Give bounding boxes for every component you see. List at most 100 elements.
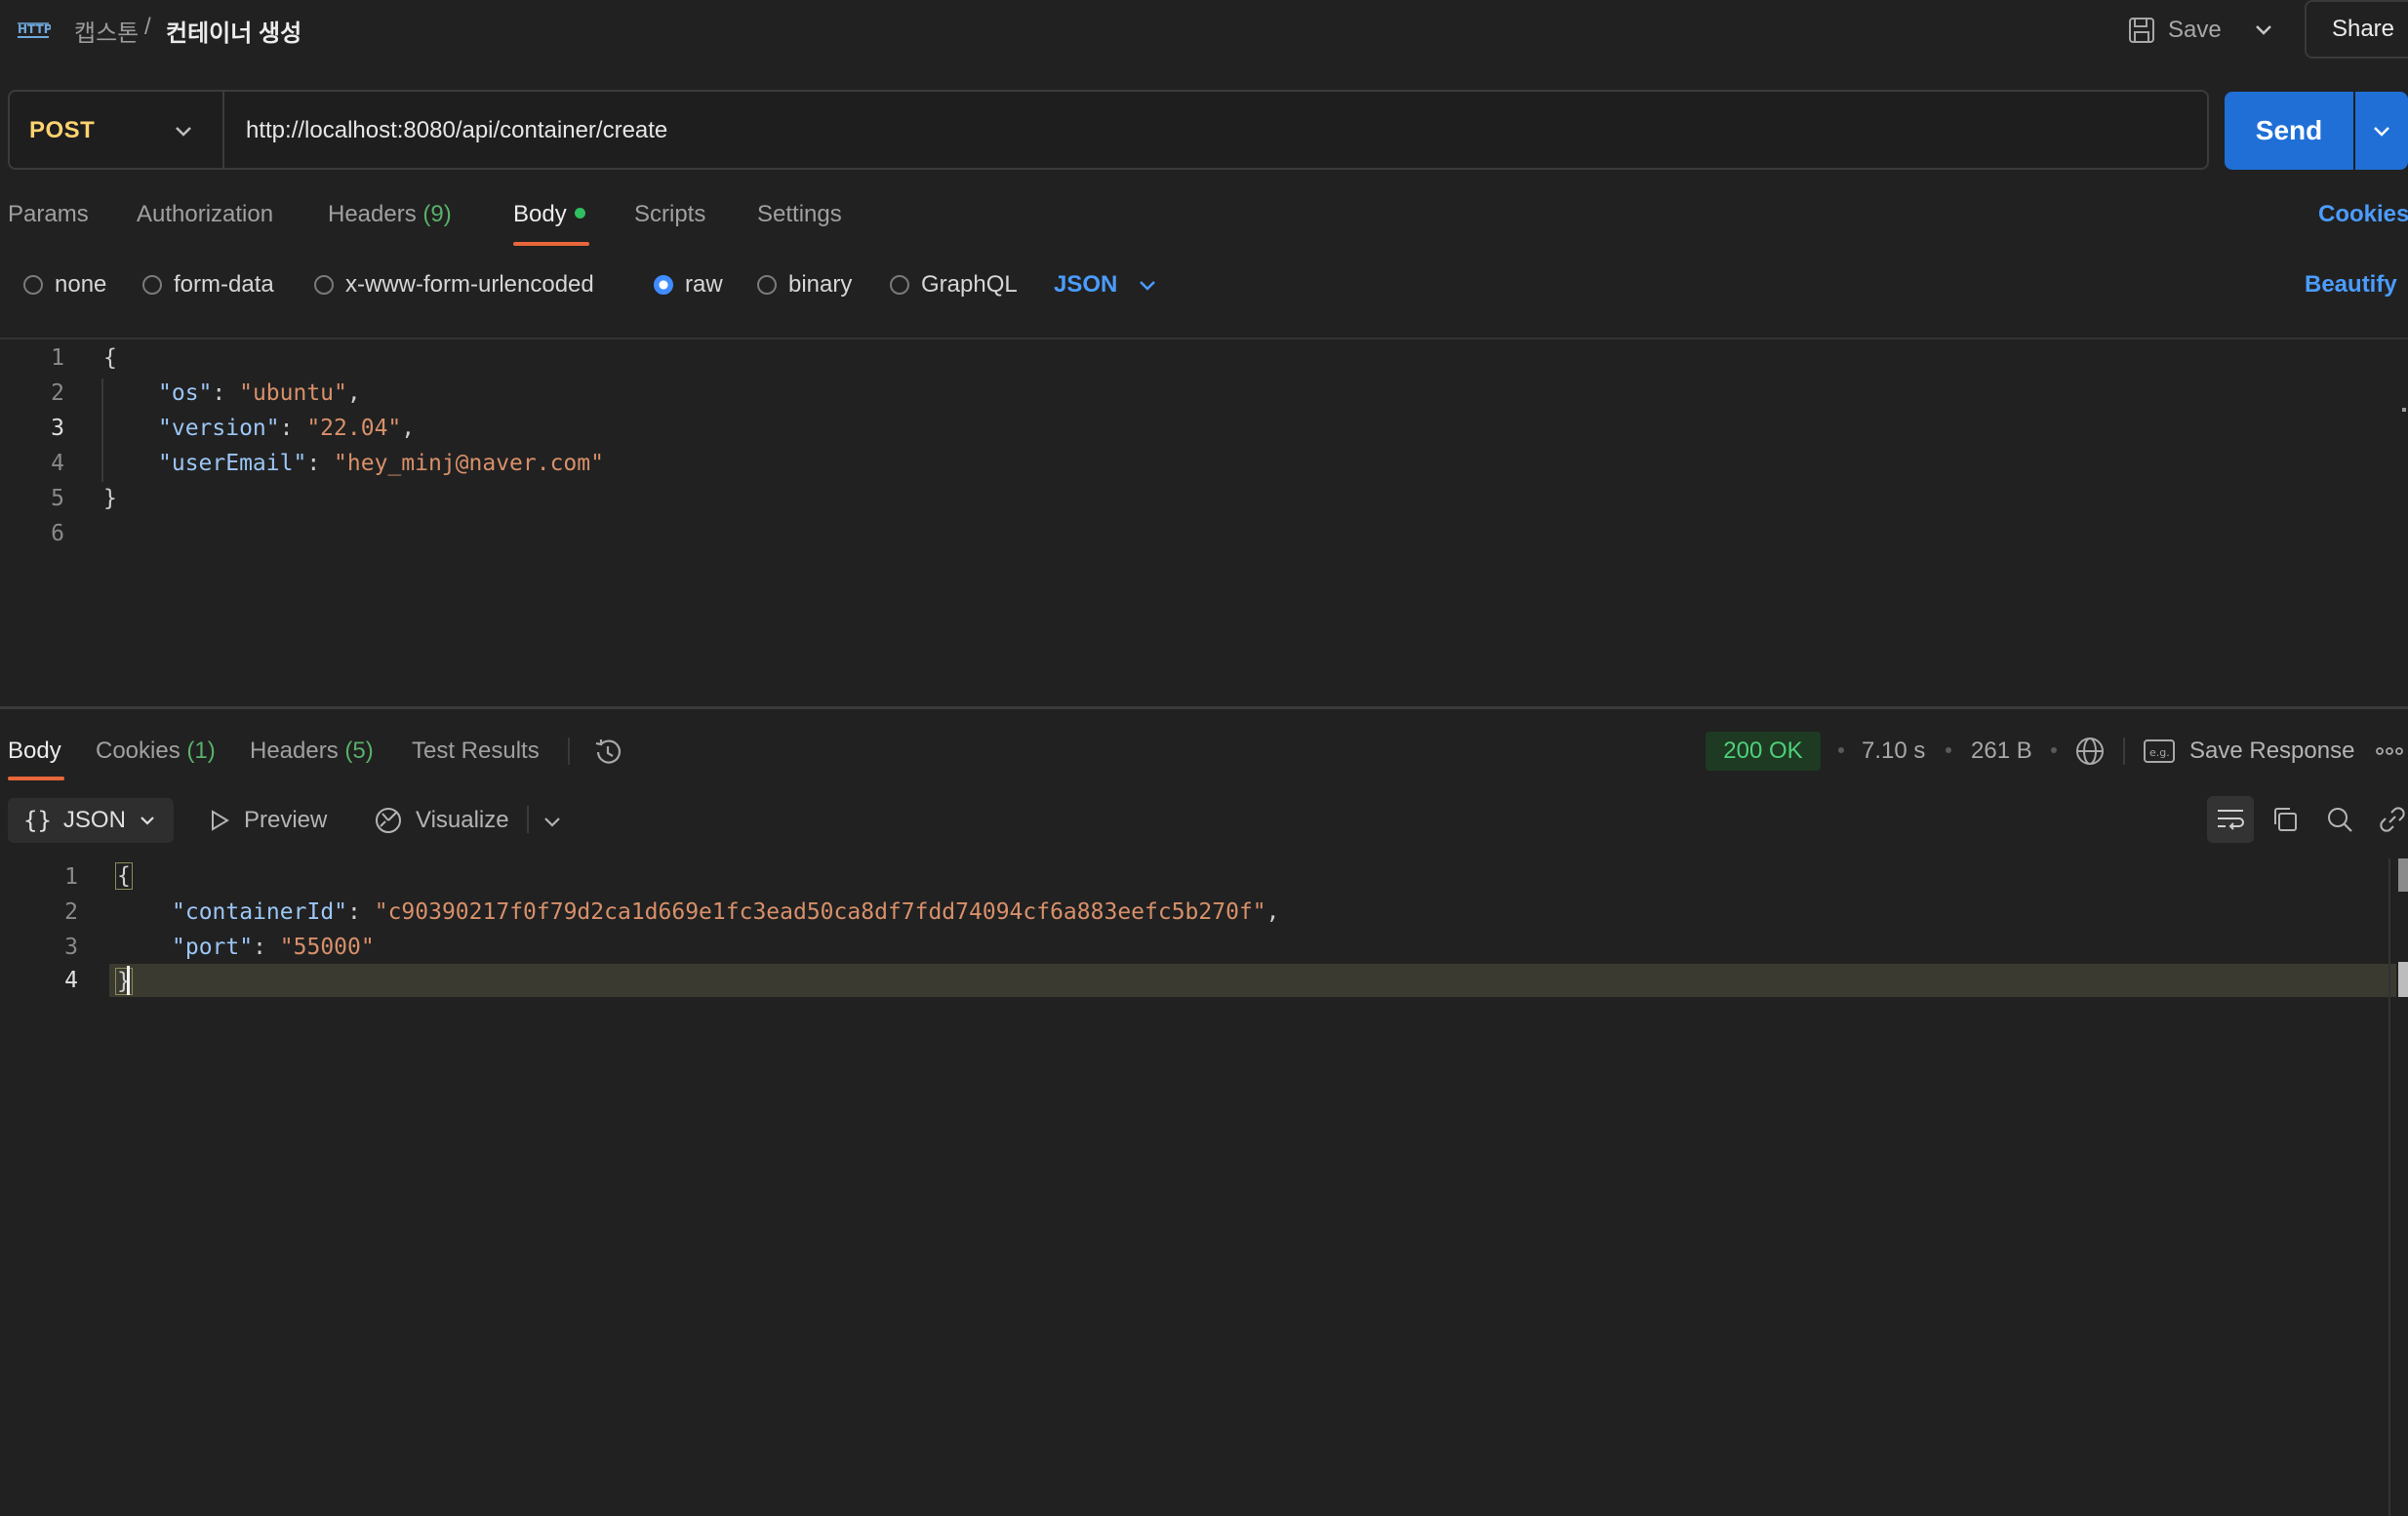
line-number: 3 — [64, 935, 78, 960]
history-icon[interactable] — [591, 736, 624, 769]
link-button[interactable] — [2369, 796, 2408, 843]
tab-headers-label: Headers — [328, 201, 417, 227]
response-tab-body[interactable]: Body — [8, 738, 61, 765]
radio-binary[interactable] — [757, 275, 777, 295]
json-value: "c90390217f0f79d2ca1d669e1fc3ead50ca8df7… — [374, 899, 1266, 925]
chevron-down-icon — [2374, 127, 2389, 137]
cookies-link[interactable]: Cookies — [2318, 201, 2408, 228]
toolbar-separator — [527, 806, 529, 833]
json-key: "containerId" — [172, 899, 348, 925]
scrollbar-thumb[interactable] — [2398, 858, 2408, 892]
breadcrumb-collection[interactable]: 캡스톤 — [74, 14, 139, 48]
separator-dot — [1838, 747, 1844, 753]
tab-params[interactable]: Params — [8, 201, 89, 228]
scrollbar-cursor-marker — [2398, 962, 2408, 997]
search-button[interactable] — [2316, 796, 2363, 843]
search-icon — [2328, 808, 2352, 832]
globe-icon[interactable] — [2072, 734, 2107, 769]
json-close-brace: } — [115, 968, 133, 995]
active-tab-indicator — [8, 777, 64, 780]
json-open-brace: { — [115, 862, 133, 890]
request-body-editor[interactable]: 1 2 3 4 5 6 { "os": "ubuntu", "version":… — [0, 339, 2408, 706]
status-badge[interactable]: 200 OK — [1706, 732, 1821, 771]
body-type-form-data[interactable]: form-data — [142, 269, 274, 300]
http-request-icon: HTTP — [18, 22, 51, 38]
response-tab-headers-label: Headers — [250, 738, 339, 764]
preview-button[interactable]: Preview — [207, 798, 327, 843]
method-select[interactable]: POST — [10, 92, 222, 168]
tab-settings[interactable]: Settings — [757, 201, 842, 228]
response-format-select[interactable]: {} JSON — [8, 798, 174, 843]
share-button[interactable]: Share — [2305, 0, 2408, 59]
json-key: "os" — [158, 380, 213, 406]
chevron-down-icon — [140, 817, 154, 825]
response-size[interactable]: 261 B — [1971, 738, 2032, 765]
scrollbar-track[interactable] — [2388, 858, 2390, 1516]
pane-resize-handle[interactable] — [0, 706, 2408, 709]
body-type-form-data-label: form-data — [174, 271, 274, 298]
response-tab-headers[interactable]: Headers (5) — [250, 738, 374, 765]
more-options-icon[interactable] — [2375, 741, 2404, 761]
preview-label: Preview — [244, 807, 328, 833]
tab-body-label: Body — [513, 201, 567, 227]
top-bar: HTTP 캡스톤 / 컨테이너 생성 Save Share — [0, 0, 2408, 60]
visualize-options-chevron-down-icon[interactable] — [541, 810, 564, 833]
tab-headers[interactable]: Headers (9) — [328, 201, 452, 228]
response-tab-cookies-label: Cookies — [96, 738, 181, 764]
response-tab-test-results[interactable]: Test Results — [412, 738, 540, 765]
body-type-binary[interactable]: binary — [757, 269, 852, 300]
tab-body[interactable]: Body — [513, 201, 585, 228]
play-icon — [212, 810, 229, 831]
braces-icon: {} — [23, 807, 52, 834]
method-label: POST — [29, 117, 96, 143]
body-format-select[interactable]: JSON — [1054, 269, 1158, 300]
radio-none[interactable] — [23, 275, 43, 295]
copy-button[interactable] — [2262, 796, 2308, 843]
response-body-viewer[interactable]: 1 2 3 4 { "containerId": "c90390217f0f79… — [0, 858, 2396, 1516]
line-number: 3 — [51, 416, 64, 441]
radio-graphql[interactable] — [890, 275, 909, 295]
radio-form-data[interactable] — [142, 275, 162, 295]
json-value: "hey_minj@naver.com" — [334, 451, 604, 476]
response-tab-cookies[interactable]: Cookies (1) — [96, 738, 216, 765]
radio-urlencoded[interactable] — [314, 275, 334, 295]
send-label: Send — [2255, 115, 2323, 145]
tab-scripts[interactable]: Scripts — [634, 201, 705, 228]
body-type-raw-label: raw — [685, 271, 723, 298]
body-type-raw[interactable]: raw — [654, 269, 723, 300]
save-icon — [2129, 18, 2154, 43]
save-button[interactable]: Save — [2127, 12, 2222, 49]
link-icon — [2380, 807, 2405, 832]
body-type-graphql[interactable]: GraphQL — [890, 269, 1018, 300]
breadcrumb-separator: / — [144, 14, 151, 40]
send-button[interactable]: Send — [2225, 92, 2353, 170]
response-time[interactable]: 7.10 s — [1862, 738, 1925, 765]
url-input[interactable]: http://localhost:8080/api/container/crea… — [246, 117, 667, 144]
save-options-chevron-down-icon[interactable] — [2252, 14, 2275, 47]
wrap-lines-button[interactable] — [2207, 796, 2254, 843]
send-options-button[interactable] — [2355, 92, 2408, 170]
body-type-none[interactable]: none — [23, 269, 106, 300]
request-url-bar: POST http://localhost:8080/api/container… — [8, 90, 2209, 170]
line-number: 4 — [51, 451, 64, 476]
beautify-link[interactable]: Beautify — [2305, 271, 2397, 299]
json-key: "version" — [158, 416, 280, 441]
visualize-button[interactable]: Visualize — [373, 798, 509, 843]
body-type-urlencoded[interactable]: x-www-form-urlencoded — [314, 269, 594, 300]
tab-authorization[interactable]: Authorization — [137, 201, 273, 228]
modified-dot-icon — [574, 208, 585, 219]
body-type-binary-label: binary — [788, 271, 853, 298]
breadcrumb-request-name[interactable]: 컨테이너 생성 — [166, 14, 301, 48]
radio-raw[interactable] — [654, 275, 673, 295]
status-text: 200 OK — [1723, 738, 1803, 764]
line-number: 2 — [64, 899, 78, 925]
text-cursor — [127, 966, 130, 995]
save-response-button[interactable]: e.g. Save Response — [2143, 734, 2354, 769]
line-number: 4 — [64, 968, 78, 993]
save-response-icon: e.g. — [2144, 739, 2175, 763]
response-format-label: JSON — [62, 807, 126, 833]
json-line-version: "version": "22.04", — [158, 416, 416, 441]
separator-dot — [1946, 747, 1951, 753]
save-response-label: Save Response — [2189, 738, 2355, 764]
json-value: "22.04" — [306, 416, 402, 441]
